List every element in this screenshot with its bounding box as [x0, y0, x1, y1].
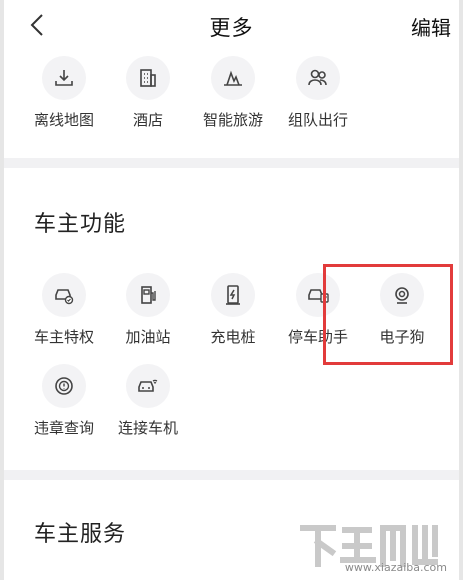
- grid-item-offline-map[interactable]: 离线地图: [22, 56, 106, 136]
- item-label: 酒店: [132, 111, 163, 129]
- charging-pile-icon: [211, 273, 255, 317]
- grid-item-car-privilege[interactable]: 车主特权: [22, 273, 106, 353]
- page-title: 更多: [209, 16, 254, 40]
- item-label: 违章查询: [33, 419, 94, 437]
- grid-item-parking-assistant[interactable]: 停车助手: [276, 273, 360, 353]
- item-label: 组队出行: [287, 111, 348, 129]
- smart-travel-icon: [211, 56, 255, 100]
- item-label: 车主特权: [33, 328, 94, 346]
- grid-item-charging-pile[interactable]: 充电桩: [191, 273, 275, 353]
- header-bar: 更多 编辑: [0, 0, 463, 50]
- item-label: 加油站: [125, 328, 171, 346]
- camera-radar-icon: [380, 273, 424, 317]
- watermark-text: www.xiazaiba.com: [344, 561, 447, 574]
- item-label: 离线地图: [33, 111, 94, 129]
- edit-button[interactable]: 编辑: [411, 12, 451, 41]
- grid-item-smart-travel[interactable]: 智能旅游: [191, 56, 275, 136]
- team-travel-icon: [296, 56, 340, 100]
- item-label: 停车助手: [287, 328, 348, 346]
- hotel-icon: [126, 56, 170, 100]
- section-title-car-owner-services: 车主服务: [34, 522, 127, 547]
- section-divider: [4, 470, 459, 480]
- violation-query-icon: [42, 364, 86, 408]
- item-label: 电子狗: [379, 328, 425, 346]
- grid-item-team-travel[interactable]: 组队出行: [276, 56, 360, 136]
- grid-item-camera-radar[interactable]: 电子狗: [360, 273, 444, 353]
- item-label: 充电桩: [210, 328, 256, 346]
- item-label: 智能旅游: [202, 111, 263, 129]
- grid-item-violation-query[interactable]: 违章查询: [22, 364, 106, 444]
- grid-item-gas-station[interactable]: 加油站: [106, 273, 190, 353]
- section-divider: [4, 158, 459, 168]
- grid-item-hotel[interactable]: 酒店: [106, 56, 190, 136]
- item-label: 连接车机: [117, 419, 178, 437]
- car-privilege-icon: [42, 273, 86, 317]
- top-function-row: 离线地图 酒店 智能旅游 组队出行: [4, 56, 459, 136]
- offline-map-icon: [42, 56, 86, 100]
- section-title-car-owner-functions: 车主功能: [34, 212, 127, 237]
- grid-item-connect-car[interactable]: 连接车机: [106, 364, 190, 444]
- parking-assistant-icon: [296, 273, 340, 317]
- connect-car-icon: [126, 364, 170, 408]
- car-functions-row-1: 车主特权 加油站 充电桩 停车助手 电子狗: [4, 273, 459, 353]
- car-functions-row-2: 违章查询 连接车机: [4, 364, 459, 444]
- gas-station-icon: [126, 273, 170, 317]
